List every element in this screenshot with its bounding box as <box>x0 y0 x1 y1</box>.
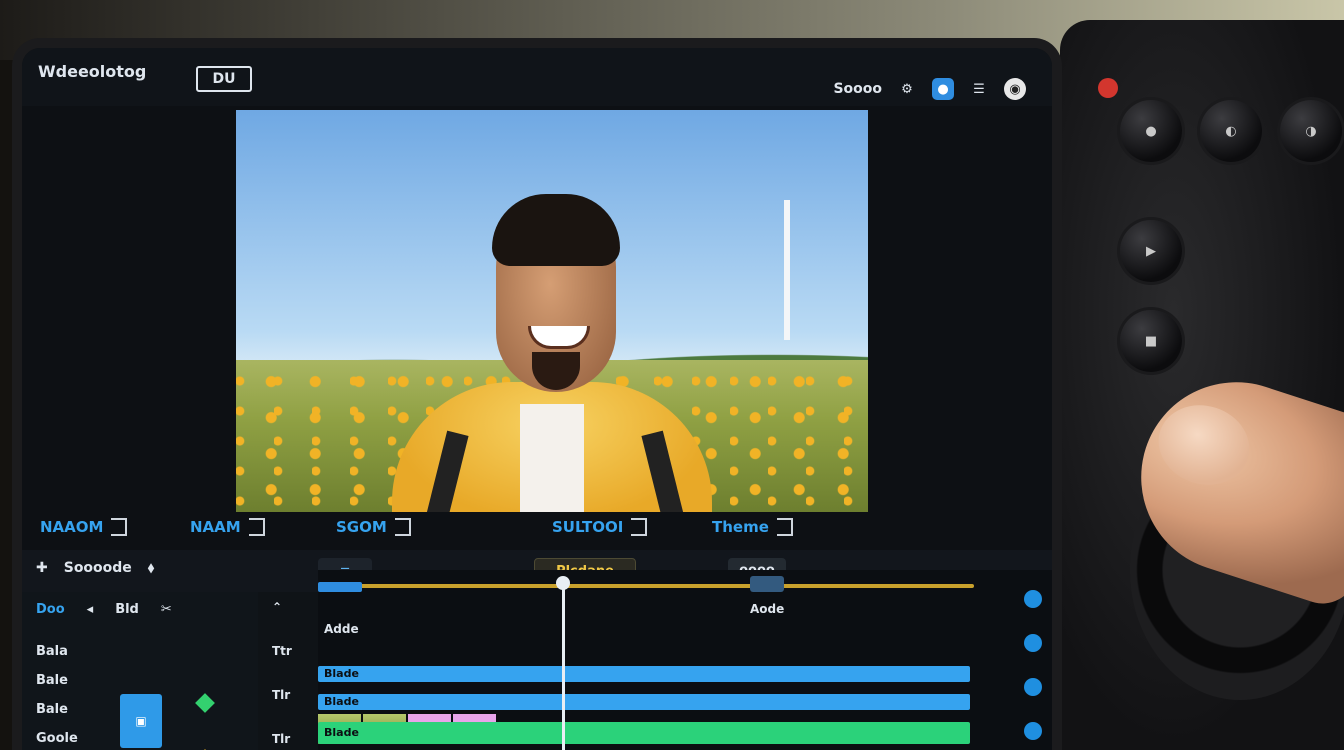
track-name: Adde <box>324 622 359 636</box>
track-label[interactable]: SULTOOI <box>552 518 648 536</box>
active-clip-tile[interactable]: ▣ <box>120 694 162 748</box>
track-toggle[interactable] <box>1024 722 1042 740</box>
person-shirt <box>520 404 584 512</box>
add-icon[interactable]: ✚ <box>36 560 48 576</box>
bracket-icon <box>776 518 793 536</box>
ruler-items: ⌃ Ttr Tlr Tlr <box>272 600 292 746</box>
preview-windmill <box>784 200 790 340</box>
panel-tab[interactable]: Bld <box>115 602 139 617</box>
playhead-handle[interactable] <box>556 576 570 590</box>
top-bar: Wdeeolotog DU Soooo ⚙ ● ☰ ◉ <box>22 48 1052 106</box>
timeline-start-marker <box>318 582 362 592</box>
camera-knob[interactable]: ● <box>1120 100 1182 162</box>
editor-screen: Wdeeolotog DU Soooo ⚙ ● ☰ ◉ NAAOM NAAM S… <box>22 48 1052 750</box>
bracket-icon <box>631 518 648 536</box>
bracket-icon <box>111 518 128 536</box>
clip-bar[interactable]: Blade <box>318 694 970 710</box>
video-preview[interactable] <box>236 110 868 512</box>
list-item[interactable]: Bale <box>36 702 78 717</box>
playhead[interactable] <box>562 580 565 750</box>
panel-tabs: Doo ◂ Bld ✂ <box>36 602 172 617</box>
track-label[interactable]: NAAM <box>190 518 265 536</box>
track-controls <box>1024 590 1042 740</box>
ruler-label: Tlr <box>272 732 291 746</box>
audio-clip-bar[interactable]: Blade <box>318 722 970 744</box>
clip-bar[interactable]: Blade <box>318 666 970 682</box>
tool-panel: Doo ◂ Bld ✂ Bala Bale Bale Goole ▣ <box>22 592 258 750</box>
mode-badge[interactable]: DU <box>196 66 252 92</box>
record-icon[interactable]: ● <box>932 78 954 100</box>
track-label[interactable]: NAAOM <box>40 518 128 536</box>
track-label[interactable]: Theme <box>712 518 793 536</box>
app-title: Wdeeolotog <box>38 62 147 81</box>
track-toggle[interactable] <box>1024 634 1042 652</box>
scissors-icon[interactable]: ✂ <box>161 602 172 617</box>
chevron-up-icon[interactable]: ⌃ <box>272 600 292 614</box>
track-toggle[interactable] <box>1024 590 1042 608</box>
collapse-icon[interactable]: ◂ <box>87 602 94 617</box>
panel-list: Bala Bale Bale Goole <box>36 644 78 746</box>
save-button[interactable]: Soooo <box>833 81 882 97</box>
marker-icon[interactable]: ⬧ <box>148 560 154 576</box>
track-label-row: NAAOM NAAM SGOM SULTOOI Theme <box>22 518 1052 554</box>
settings-icon[interactable]: ⚙ <box>896 78 918 100</box>
record-indicator <box>1098 78 1118 98</box>
track-label[interactable]: SGOM <box>336 518 411 536</box>
camera-knob[interactable]: ◐ <box>1200 100 1262 162</box>
camera-knob[interactable]: ▶ <box>1120 220 1182 282</box>
bracket-icon <box>248 518 265 536</box>
toolbar-left: ✚ Soooode ⬧ <box>36 560 154 576</box>
camera-knob[interactable]: ◑ <box>1280 100 1342 162</box>
track-toggle[interactable] <box>1024 678 1042 696</box>
track-name: Aode <box>750 602 785 616</box>
ruler-label: Ttr <box>272 644 292 658</box>
camera-knob[interactable]: ■ <box>1120 310 1182 372</box>
person-hair <box>492 194 620 266</box>
panel-tab[interactable]: Doo <box>36 602 65 617</box>
list-item[interactable]: Bale <box>36 673 78 688</box>
preview-person <box>392 182 712 512</box>
timeline[interactable]: Adde Aode Blade Blade Blade <box>318 570 1052 750</box>
list-item[interactable]: Goole <box>36 731 78 746</box>
toolbar-label: Soooode <box>63 560 132 576</box>
user-icon[interactable]: ◉ <box>1004 78 1026 100</box>
timeline-progress <box>318 584 974 588</box>
ruler-label: Tlr <box>272 688 291 702</box>
list-item[interactable]: Bala <box>36 644 78 659</box>
bracket-icon <box>394 518 411 536</box>
grid-icon[interactable]: ☰ <box>968 78 990 100</box>
timeline-marker[interactable] <box>750 576 784 592</box>
top-actions: Soooo ⚙ ● ☰ ◉ <box>833 78 1026 100</box>
track-ruler: ⌃ Ttr Tlr Tlr <box>258 592 318 750</box>
diamond-icon[interactable] <box>195 693 215 713</box>
